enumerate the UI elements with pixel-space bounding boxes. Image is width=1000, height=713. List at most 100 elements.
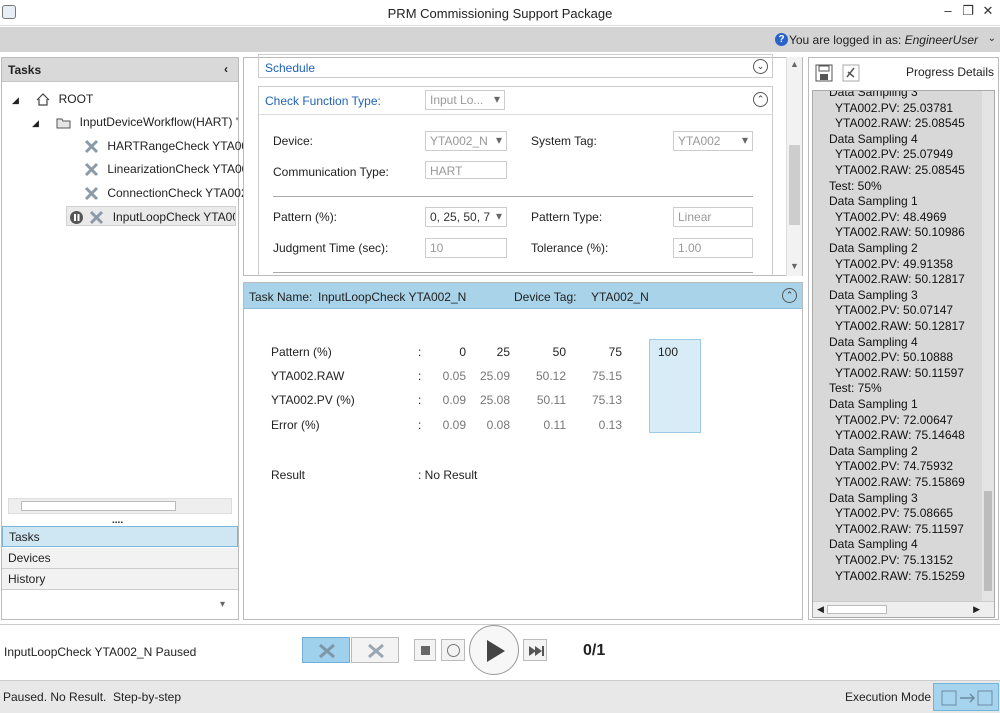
auto-mode-button[interactable] — [351, 637, 399, 663]
progress-log[interactable]: Data Sampling 3 YTA002.PV: 25.03781 YTA002… — [812, 90, 995, 618]
result-label: Result — [271, 468, 306, 482]
progress-panel: Progress Details Data Sampling 3 YTA002.P… — [808, 57, 999, 620]
pattern-select[interactable]: 0, 25, 50, 7 — [425, 207, 507, 227]
task-info-bar: Task Name: InputLoopCheck YTA002_N Devic… — [244, 283, 802, 309]
check-function-select[interactable]: Input Lo... — [425, 90, 505, 110]
result-cell: 0.05 — [442, 369, 466, 383]
progress-line: YTA002.RAW: 50.11597 — [835, 365, 964, 380]
tree-item-root[interactable]: ◢ ROOT — [12, 89, 93, 109]
stop-button[interactable] — [414, 639, 436, 661]
result-cell: 75.13 — [591, 393, 622, 407]
collapse-check-function-icon[interactable]: ⌃ — [753, 92, 768, 107]
result-cell: 0.11 — [543, 418, 566, 432]
progress-line: YTA002.PV: 75.08665 — [835, 506, 954, 521]
nav-tasks[interactable]: Tasks — [2, 526, 238, 547]
judgment-time-field[interactable]: 10 — [425, 238, 507, 258]
tasks-header: Tasks ‹ — [2, 58, 238, 82]
result-row-label: YTA002.PV (%) — [271, 393, 355, 407]
scroll-left-icon[interactable]: ◀ — [817, 604, 824, 615]
restore-icon[interactable]: ❐ — [960, 3, 976, 19]
communication-type-label: Communication Type: — [273, 165, 389, 179]
chevron-left-icon[interactable]: ‹ — [224, 62, 228, 76]
expand-schedule-icon[interactable]: ⌄ — [753, 59, 768, 74]
expand-icon[interactable]: ◢ — [12, 90, 19, 110]
result-cell: 50.11 — [536, 393, 566, 407]
tree-item-workflow[interactable]: ◢ InputDeviceWorkflow(HART) ' — [32, 112, 238, 132]
pattern-type-field: Linear — [673, 207, 753, 227]
hand-tools-icon — [319, 643, 335, 659]
progress-line: YTA002.RAW: 25.08545 — [835, 163, 965, 177]
login-info: You are logged in as: EngineerUser — [789, 33, 978, 47]
mode-text: Step-by-step — [113, 690, 182, 704]
tree-item-connectioncheck[interactable]: ConnectionCheck YTA002 — [84, 183, 248, 203]
progress-line: Data Sampling 4 — [829, 334, 918, 349]
tolerance-field[interactable]: 1.00 — [673, 238, 753, 258]
tree-horizontal-scrollbar[interactable] — [8, 498, 232, 514]
close-icon[interactable]: ✕ — [980, 3, 996, 19]
reset-icon — [447, 644, 460, 657]
nav-history[interactable]: History — [2, 569, 238, 590]
collapse-result-icon[interactable]: ⌃ — [782, 288, 797, 303]
progress-line: YTA002.PV: 74.75932 — [835, 459, 954, 474]
skip-next-button[interactable] — [523, 639, 547, 661]
status-text: Paused. No Result. — [3, 690, 107, 704]
tree-item-inputloopcheck[interactable]: InputLoopCheck YTA002_ — [66, 206, 236, 226]
login-bar: ? You are logged in as: EngineerUser ⌄ — [0, 27, 1000, 52]
tree-item-linearizationcheck[interactable]: LinearizationCheck YTA00 — [84, 159, 248, 179]
result-cell: 25.08 — [479, 393, 510, 407]
progress-vertical-scrollbar[interactable] — [982, 91, 994, 601]
scroll-thumb[interactable] — [789, 145, 800, 225]
nav-overflow-chevron-icon[interactable]: ▾ — [220, 599, 225, 610]
progress-line: YTA002.RAW: 75.15869 — [835, 475, 965, 489]
config-vertical-scrollbar[interactable]: ▲ ▼ — [786, 57, 802, 276]
scroll-thumb[interactable] — [21, 501, 176, 511]
execution-mode-button[interactable] — [933, 683, 999, 711]
judgment-time-label: Judgment Time (sec): — [273, 241, 389, 255]
scroll-up-icon[interactable]: ▲ — [790, 59, 799, 69]
result-cell: 0.09 — [442, 418, 466, 432]
schedule-section[interactable]: Schedule ⌄ — [258, 54, 773, 78]
system-tag-select[interactable]: YTA002 — [673, 131, 753, 151]
tools-icon — [84, 163, 99, 177]
progress-line: Data Sampling 3 — [829, 287, 918, 302]
scroll-right-icon[interactable]: ▶ — [973, 604, 980, 615]
result-cell: 50.12 — [535, 369, 566, 383]
scroll-down-icon[interactable]: ▼ — [790, 261, 799, 271]
config-panel: Schedule ⌄ Check Function Type: Input Lo… — [243, 54, 803, 276]
progress-line: Data Sampling 4 — [829, 131, 918, 146]
progress-line: Data Sampling 2 — [829, 241, 918, 255]
tolerance-label: Tolerance (%): — [531, 241, 609, 255]
minimize-icon[interactable]: – — [940, 3, 956, 18]
progress-horizontal-scrollbar[interactable]: ◀ ▶ — [813, 601, 994, 617]
result-cell: 75.15 — [591, 369, 622, 383]
help-icon[interactable]: ? — [775, 33, 788, 46]
play-icon — [487, 640, 505, 662]
result-cell: 0 — [459, 345, 466, 359]
pattern-label: Pattern (%): — [273, 210, 338, 224]
progress-line: YTA002.PV: 75.13152 — [835, 553, 954, 567]
tree-item-hartrangecheck[interactable]: HARTRangeCheck YTA002 — [84, 136, 255, 156]
tree-item-label: LinearizationCheck YTA00 — [107, 162, 249, 176]
progress-line: YTA002.PV: 25.07949 — [835, 147, 954, 162]
tree-item-label: InputLoopCheck YTA002_ — [112, 210, 235, 224]
device-select[interactable]: YTA002_N — [425, 131, 507, 151]
save-icon[interactable] — [815, 64, 833, 82]
result-row-label: YTA002.RAW — [271, 369, 345, 383]
pattern-type-label: Pattern Type: — [531, 210, 603, 224]
stop-icon — [421, 646, 430, 655]
clear-icon[interactable] — [842, 64, 860, 82]
step-counter: 0/1 — [583, 642, 606, 659]
splitter-handle[interactable]: .... — [112, 515, 123, 526]
scroll-thumb[interactable] — [984, 491, 992, 591]
scroll-thumb[interactable] — [827, 605, 887, 614]
reset-button[interactable] — [441, 639, 465, 661]
result-row-label: Error (%) — [271, 418, 320, 432]
chevron-down-icon[interactable]: ⌄ — [988, 33, 996, 44]
play-button[interactable] — [469, 625, 519, 675]
expand-icon[interactable]: ◢ — [32, 113, 39, 133]
login-user: EngineerUser — [904, 33, 978, 47]
progress-line: YTA002.PV: 50.10888 — [835, 350, 954, 365]
status-bar: Paused. No Result. Step-by-step Executio… — [0, 680, 1000, 713]
step-mode-button[interactable] — [302, 637, 350, 663]
nav-devices[interactable]: Devices — [2, 548, 238, 569]
